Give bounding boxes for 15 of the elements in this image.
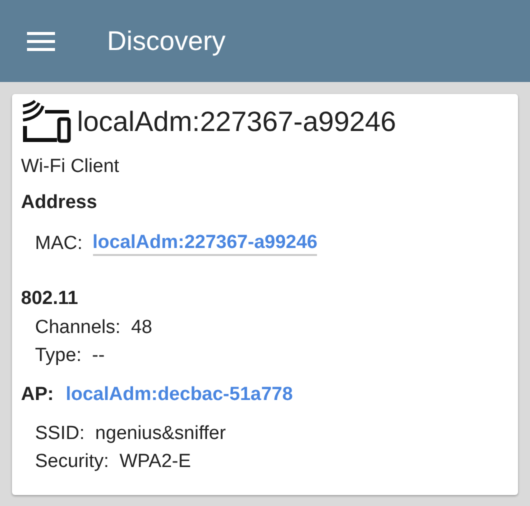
section-heading: Address: [21, 192, 98, 214]
menu-icon[interactable]: [27, 31, 55, 51]
access-point-link[interactable]: localAdm:decbac-51a778: [66, 384, 293, 406]
field-label: MAC:: [35, 232, 82, 256]
field-text: Channels: 48: [35, 316, 152, 340]
section-heading: 802.11: [21, 288, 78, 310]
mac-link[interactable]: localAdm:227367-a99246: [92, 232, 318, 256]
app-title: Discovery: [107, 26, 226, 56]
device-name: localAdm:227367-a99246: [77, 106, 396, 138]
field-text: SSID: ngenius&sniffer: [35, 422, 226, 446]
field-text: Security: WPA2-E: [35, 450, 191, 474]
section-heading: AP:: [21, 384, 54, 406]
device-type: Wi-Fi Client: [21, 156, 120, 178]
field-text: Type: --: [35, 344, 105, 368]
wifi-client-icon: [21, 100, 73, 144]
